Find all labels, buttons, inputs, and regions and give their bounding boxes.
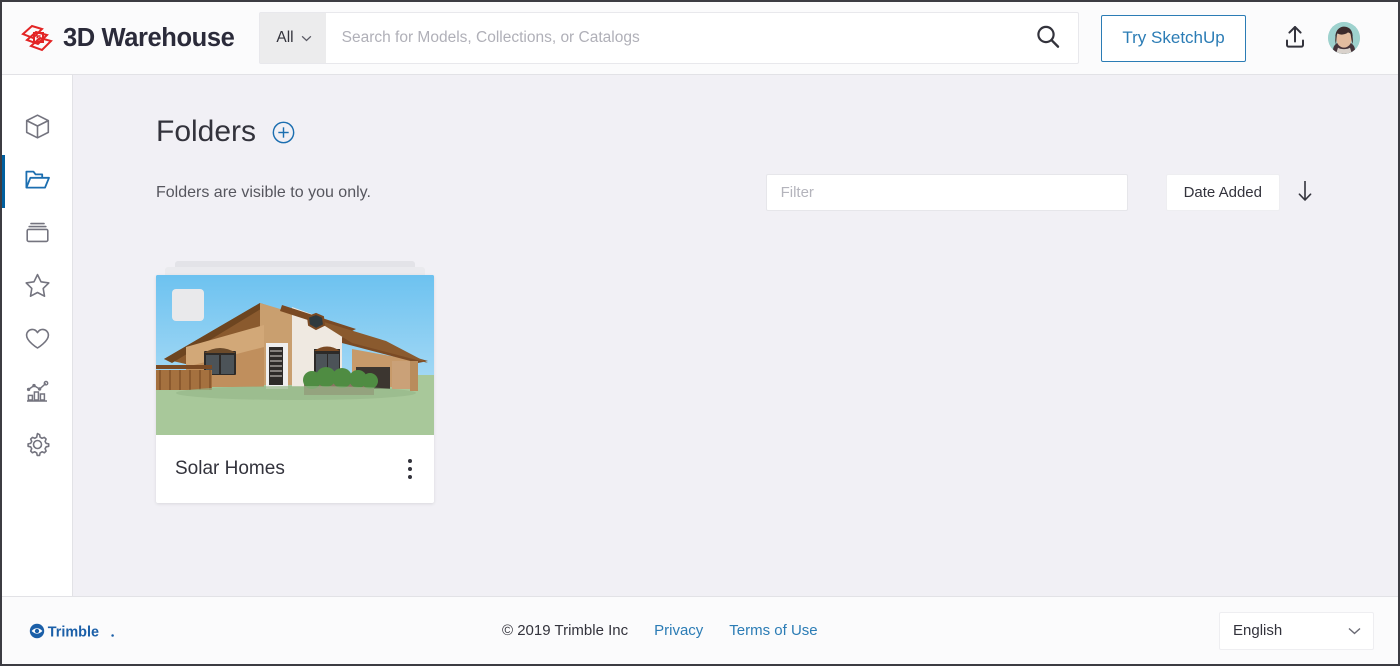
collections-stack-icon (23, 218, 52, 252)
sidebar-item-models[interactable] (2, 102, 72, 155)
language-selector[interactable]: English (1219, 611, 1374, 650)
search-bar: All (259, 12, 1080, 64)
main-content: Folders Folders are visible to you only.… (73, 75, 1398, 596)
folder-card-menu-button[interactable] (404, 453, 416, 485)
upload-icon (1280, 22, 1310, 55)
try-sketchup-button[interactable]: Try SketchUp (1101, 14, 1246, 62)
chevron-down-icon (301, 35, 312, 42)
folder-card[interactable]: Solar Homes (156, 261, 434, 503)
header-actions (1280, 22, 1360, 55)
sidebar-item-folders[interactable] (2, 155, 72, 208)
folder-card-title: Solar Homes (175, 458, 285, 479)
search-scope-dropdown[interactable]: All (260, 13, 326, 63)
thumbnail-placeholder-badge (172, 289, 204, 321)
cube-icon (23, 112, 52, 146)
sidebar-item-likes[interactable] (2, 314, 72, 367)
footer-link-terms-of-use[interactable]: Terms of Use (729, 622, 817, 639)
star-icon (23, 271, 52, 305)
sidebar-item-analytics[interactable] (2, 367, 72, 420)
page-header-row: Folders (156, 117, 1398, 147)
sidebar-item-settings[interactable] (2, 420, 72, 473)
subheader-row: Folders are visible to you only. Date Ad… (156, 174, 1398, 211)
app-window: 3D Warehouse All Try SketchUp (0, 0, 1400, 666)
folder-card-body: Solar Homes (156, 275, 434, 503)
sort-by-button[interactable]: Date Added (1165, 174, 1280, 211)
3d-warehouse-logo-icon (20, 21, 54, 55)
svg-text:Trimble: Trimble (48, 624, 99, 640)
brand-home-link[interactable]: 3D Warehouse (20, 21, 235, 55)
left-sidebar (2, 75, 73, 596)
search-input[interactable] (325, 13, 1019, 63)
arrow-down-icon (1294, 178, 1316, 207)
page-footer: Trimble © 2019 Trimble Inc Privacy Terms… (2, 596, 1398, 664)
trimble-logo: Trimble (28, 622, 172, 640)
folder-open-icon (23, 165, 52, 199)
sort-direction-button[interactable] (1294, 178, 1316, 207)
brand-name: 3D Warehouse (63, 23, 235, 52)
body-row: Folders Folders are visible to you only.… (2, 75, 1398, 596)
top-header: 3D Warehouse All Try SketchUp (2, 2, 1398, 75)
sidebar-item-favorites[interactable] (2, 261, 72, 314)
list-controls: Date Added (765, 174, 1316, 211)
folders-grid: Solar Homes (156, 261, 1398, 503)
avatar[interactable] (1327, 22, 1360, 54)
analytics-chart-icon (23, 377, 52, 411)
kebab-menu-icon (408, 459, 412, 479)
sidebar-item-collections[interactable] (2, 208, 72, 261)
plus-circle-icon[interactable] (272, 121, 295, 144)
search-icon (1033, 22, 1063, 55)
footer-link-privacy[interactable]: Privacy (654, 622, 703, 639)
chevron-down-icon (1348, 622, 1361, 640)
filter-input[interactable] (765, 174, 1128, 211)
folders-visibility-note: Folders are visible to you only. (156, 183, 371, 201)
footer-center: © 2019 Trimble Inc Privacy Terms of Use (502, 622, 818, 639)
search-button[interactable] (1018, 13, 1078, 63)
language-label: English (1233, 622, 1283, 639)
upload-button[interactable] (1280, 22, 1310, 55)
folder-card-footer: Solar Homes (156, 435, 434, 503)
gear-icon (23, 430, 52, 464)
copyright-text: © 2019 Trimble Inc (502, 622, 629, 639)
heart-icon (23, 324, 52, 358)
page-title: Folders (156, 115, 257, 148)
search-scope-label: All (276, 29, 294, 46)
